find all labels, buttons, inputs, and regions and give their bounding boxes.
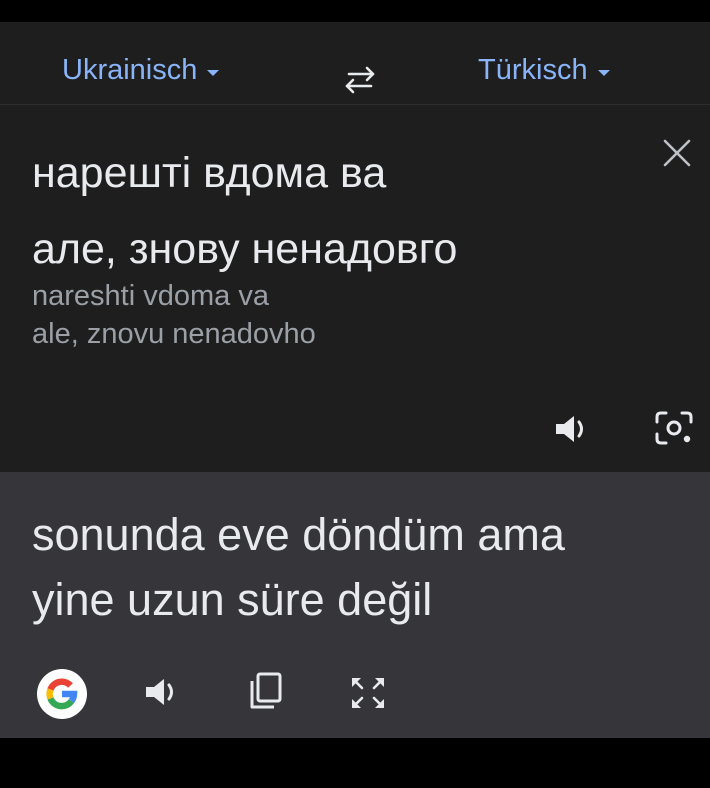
target-language-label: Türkisch bbox=[478, 54, 588, 86]
translation-line: yine uzun süre değil bbox=[32, 574, 433, 625]
target-language-selector[interactable]: Türkisch bbox=[478, 52, 610, 88]
transliteration-line: nareshti vdoma va bbox=[32, 280, 269, 312]
speaker-icon[interactable] bbox=[144, 675, 182, 709]
transliteration-line: ale, znovu nenadovho bbox=[32, 318, 316, 350]
source-line: нарешті вдома ва bbox=[32, 149, 387, 197]
source-panel[interactable]: нарешті вдома ва але, знову ненадовго na… bbox=[0, 105, 710, 472]
source-language-selector[interactable]: Ukrainisch bbox=[62, 52, 220, 88]
caret-down-icon bbox=[597, 70, 610, 77]
close-icon[interactable] bbox=[657, 133, 697, 173]
translation-line: sonunda eve döndüm ama bbox=[32, 509, 565, 560]
google-logo-icon[interactable] bbox=[36, 668, 88, 720]
translation-text: sonunda eve döndüm ama yine uzun süre de… bbox=[32, 502, 702, 632]
copy-icon[interactable] bbox=[246, 671, 284, 713]
translate-screen: Ukrainisch Türkisch нарешті вдома ва але… bbox=[0, 0, 710, 788]
speaker-icon[interactable] bbox=[554, 412, 592, 446]
swap-arrows-icon[interactable] bbox=[339, 62, 381, 96]
translation-panel: sonunda eve döndüm ama yine uzun süre de… bbox=[0, 472, 710, 738]
caret-down-icon bbox=[207, 70, 220, 77]
fullscreen-icon[interactable] bbox=[348, 674, 388, 712]
source-language-label: Ukrainisch bbox=[62, 54, 198, 86]
language-bar: Ukrainisch Türkisch bbox=[0, 22, 710, 105]
lens-icon[interactable] bbox=[653, 408, 695, 448]
transliteration: nareshti vdoma va ale, znovu nenadovho bbox=[32, 277, 316, 353]
source-text[interactable]: нарешті вдома ва але, знову ненадовго bbox=[32, 135, 632, 287]
source-line: але, знову ненадовго bbox=[32, 225, 458, 273]
